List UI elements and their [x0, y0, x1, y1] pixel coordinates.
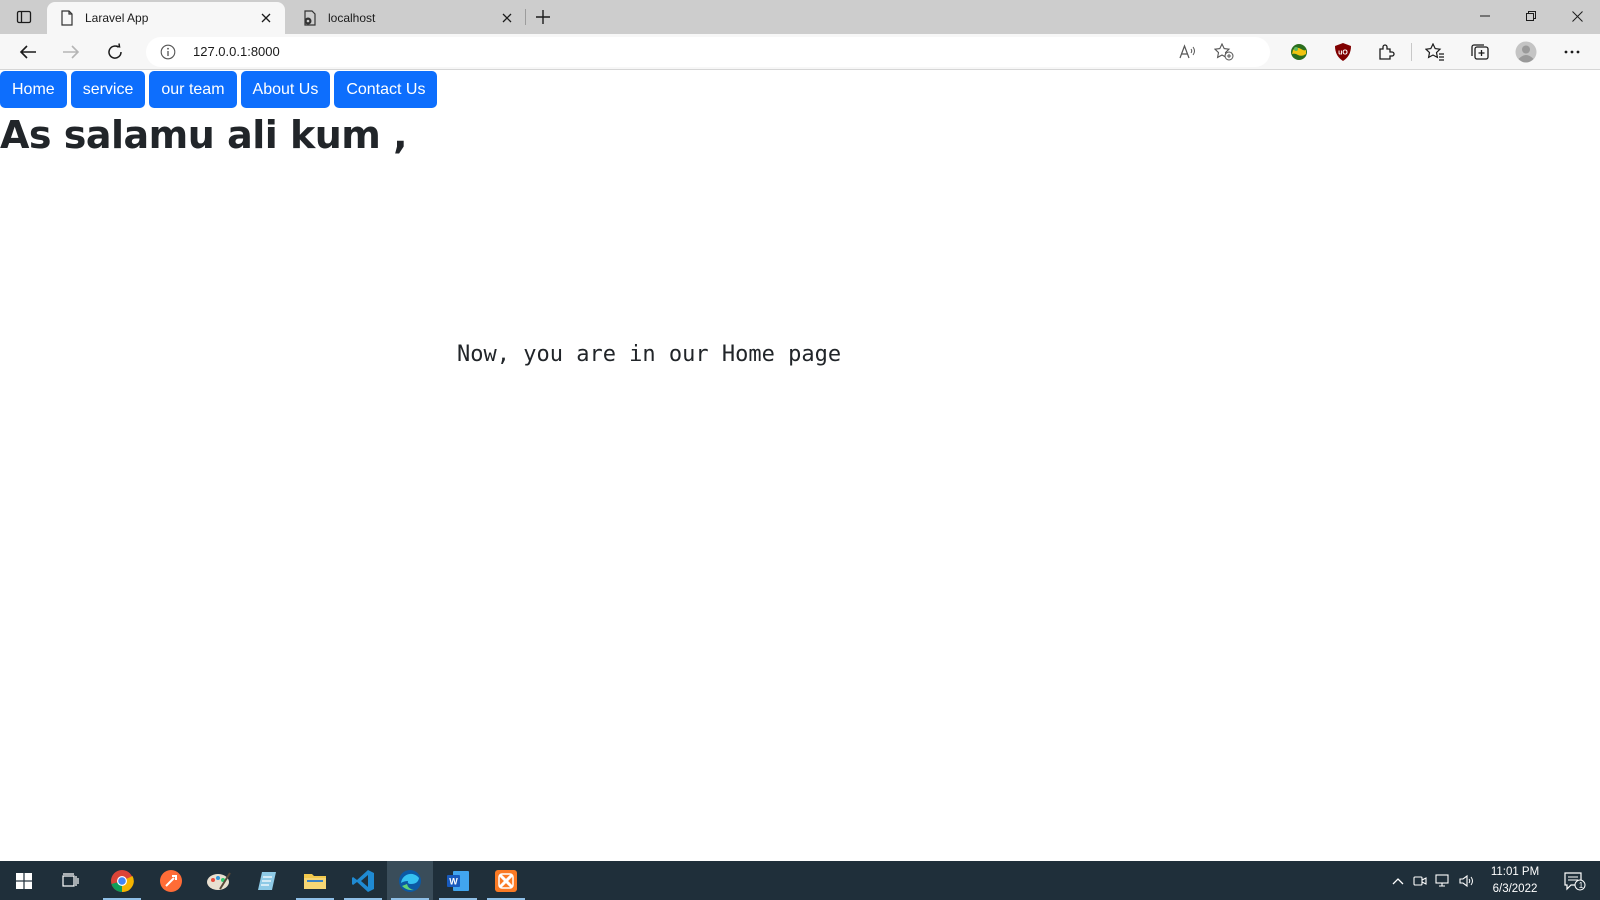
notifications-button[interactable]: 1 [1555, 861, 1595, 900]
back-button[interactable] [13, 38, 43, 66]
taskbar-vscode[interactable] [340, 861, 386, 900]
favorites-button[interactable] [1420, 38, 1450, 66]
tab-actions-button[interactable] [10, 7, 38, 27]
restore-icon [1526, 11, 1536, 21]
nav-about-us-button[interactable]: About Us [240, 71, 331, 108]
main-nav: Home service our team About Us Contact U… [0, 71, 441, 108]
page-content: Home service our team About Us Contact U… [0, 70, 1600, 861]
windows-logo-icon [16, 872, 32, 889]
taskbar-paint[interactable] [196, 861, 242, 900]
browser-toolbar: 127.0.0.1:8000 uO [0, 34, 1600, 70]
browser-tab-strip: Laravel App localhost [0, 0, 1600, 34]
taskbar-file-explorer[interactable] [292, 861, 338, 900]
nav-contact-us-button[interactable]: Contact Us [334, 71, 438, 108]
collections-icon [1471, 44, 1489, 60]
tray-volume[interactable] [1456, 861, 1478, 900]
more-button[interactable] [1557, 38, 1587, 66]
collections-button[interactable] [1465, 38, 1495, 66]
tab-title: Laravel App [85, 11, 149, 25]
tab-title: localhost [328, 11, 376, 25]
refresh-button[interactable] [100, 38, 130, 66]
postman-icon [160, 869, 182, 892]
svg-text:W: W [449, 876, 458, 886]
minimize-icon [1480, 15, 1490, 17]
window-close-button[interactable] [1554, 0, 1600, 32]
extension-globe-icon [1291, 44, 1307, 60]
taskbar-edge[interactable] [387, 861, 433, 900]
new-tab-button[interactable] [530, 5, 556, 29]
tab-close-button[interactable] [255, 7, 277, 29]
forward-icon [63, 45, 80, 59]
refresh-icon [108, 43, 122, 59]
clock-date: 6/3/2022 [1492, 883, 1538, 895]
tab-separator [525, 9, 526, 25]
nav-our-team-button[interactable]: our team [149, 71, 237, 108]
taskbar-chrome[interactable] [99, 861, 145, 900]
forward-button[interactable] [56, 38, 86, 66]
tab-actions-icon [16, 10, 32, 24]
folder-icon [304, 873, 326, 889]
word-icon: W [447, 870, 469, 891]
ublock-button[interactable]: uO [1328, 38, 1358, 66]
xampp-icon [495, 869, 517, 892]
volume-icon [1459, 874, 1473, 887]
clock-time: 11:01 PM [1490, 866, 1540, 878]
notepad-icon [258, 871, 276, 890]
windows-taskbar: W 11:01 PM 6/3/2022 1 [0, 861, 1600, 900]
network-icon [1435, 873, 1449, 887]
add-favorite-icon [1214, 43, 1234, 61]
restore-button[interactable] [1508, 0, 1554, 32]
extensions-button[interactable] [1371, 38, 1401, 66]
chevron-up-icon [1392, 877, 1404, 884]
meet-now-icon [1413, 875, 1427, 886]
notification-count: 1 [1578, 881, 1584, 890]
extension-globe-button[interactable] [1284, 38, 1314, 66]
task-view-icon [62, 872, 79, 887]
tray-meet-now[interactable] [1410, 861, 1430, 900]
profile-icon [1515, 41, 1537, 63]
plus-icon [536, 10, 550, 24]
close-icon [1571, 10, 1583, 22]
read-aloud-button[interactable] [1175, 40, 1201, 64]
favorites-icon [1425, 43, 1444, 61]
tab-localhost[interactable]: localhost [290, 2, 526, 34]
extensions-icon [1379, 44, 1395, 60]
home-message: Now, you are in our Home page [457, 342, 842, 367]
svg-text:uO: uO [1338, 50, 1348, 57]
taskbar-postman[interactable] [148, 861, 194, 900]
add-favorite-button[interactable] [1211, 40, 1237, 64]
chrome-icon [111, 869, 134, 892]
taskbar-clock[interactable]: 11:01 PM 6/3/2022 [1478, 864, 1552, 898]
nav-service-button[interactable]: service [70, 71, 146, 108]
tab-laravel-app[interactable]: Laravel App [47, 2, 285, 34]
back-icon [19, 45, 36, 59]
tray-network[interactable] [1432, 861, 1454, 900]
taskbar-notepad[interactable] [244, 861, 290, 900]
ublock-icon: uO [1335, 43, 1351, 61]
close-icon [261, 13, 271, 23]
task-view-button[interactable] [48, 861, 94, 900]
close-icon [502, 13, 512, 23]
greeting-heading: As salamu ali kum , [0, 113, 408, 157]
profile-button[interactable] [1511, 38, 1541, 66]
more-icon [1564, 50, 1580, 54]
start-button[interactable] [0, 861, 48, 900]
minimize-button[interactable] [1462, 0, 1508, 32]
page-lock-icon [302, 10, 318, 26]
vscode-icon [352, 869, 374, 892]
address-bar[interactable]: 127.0.0.1:8000 [146, 37, 1270, 67]
info-icon[interactable] [160, 44, 176, 60]
page-icon [59, 10, 75, 26]
taskbar-word[interactable]: W [435, 861, 481, 900]
tab-close-button[interactable] [496, 7, 518, 29]
show-hidden-icons-button[interactable] [1388, 861, 1408, 900]
toolbar-divider [1411, 43, 1412, 61]
nav-home-button[interactable]: Home [0, 71, 67, 108]
address-text[interactable]: 127.0.0.1:8000 [193, 44, 280, 59]
edge-icon [399, 869, 421, 892]
paint-icon [207, 871, 231, 890]
taskbar-xampp[interactable] [483, 861, 529, 900]
read-aloud-icon [1179, 44, 1195, 59]
